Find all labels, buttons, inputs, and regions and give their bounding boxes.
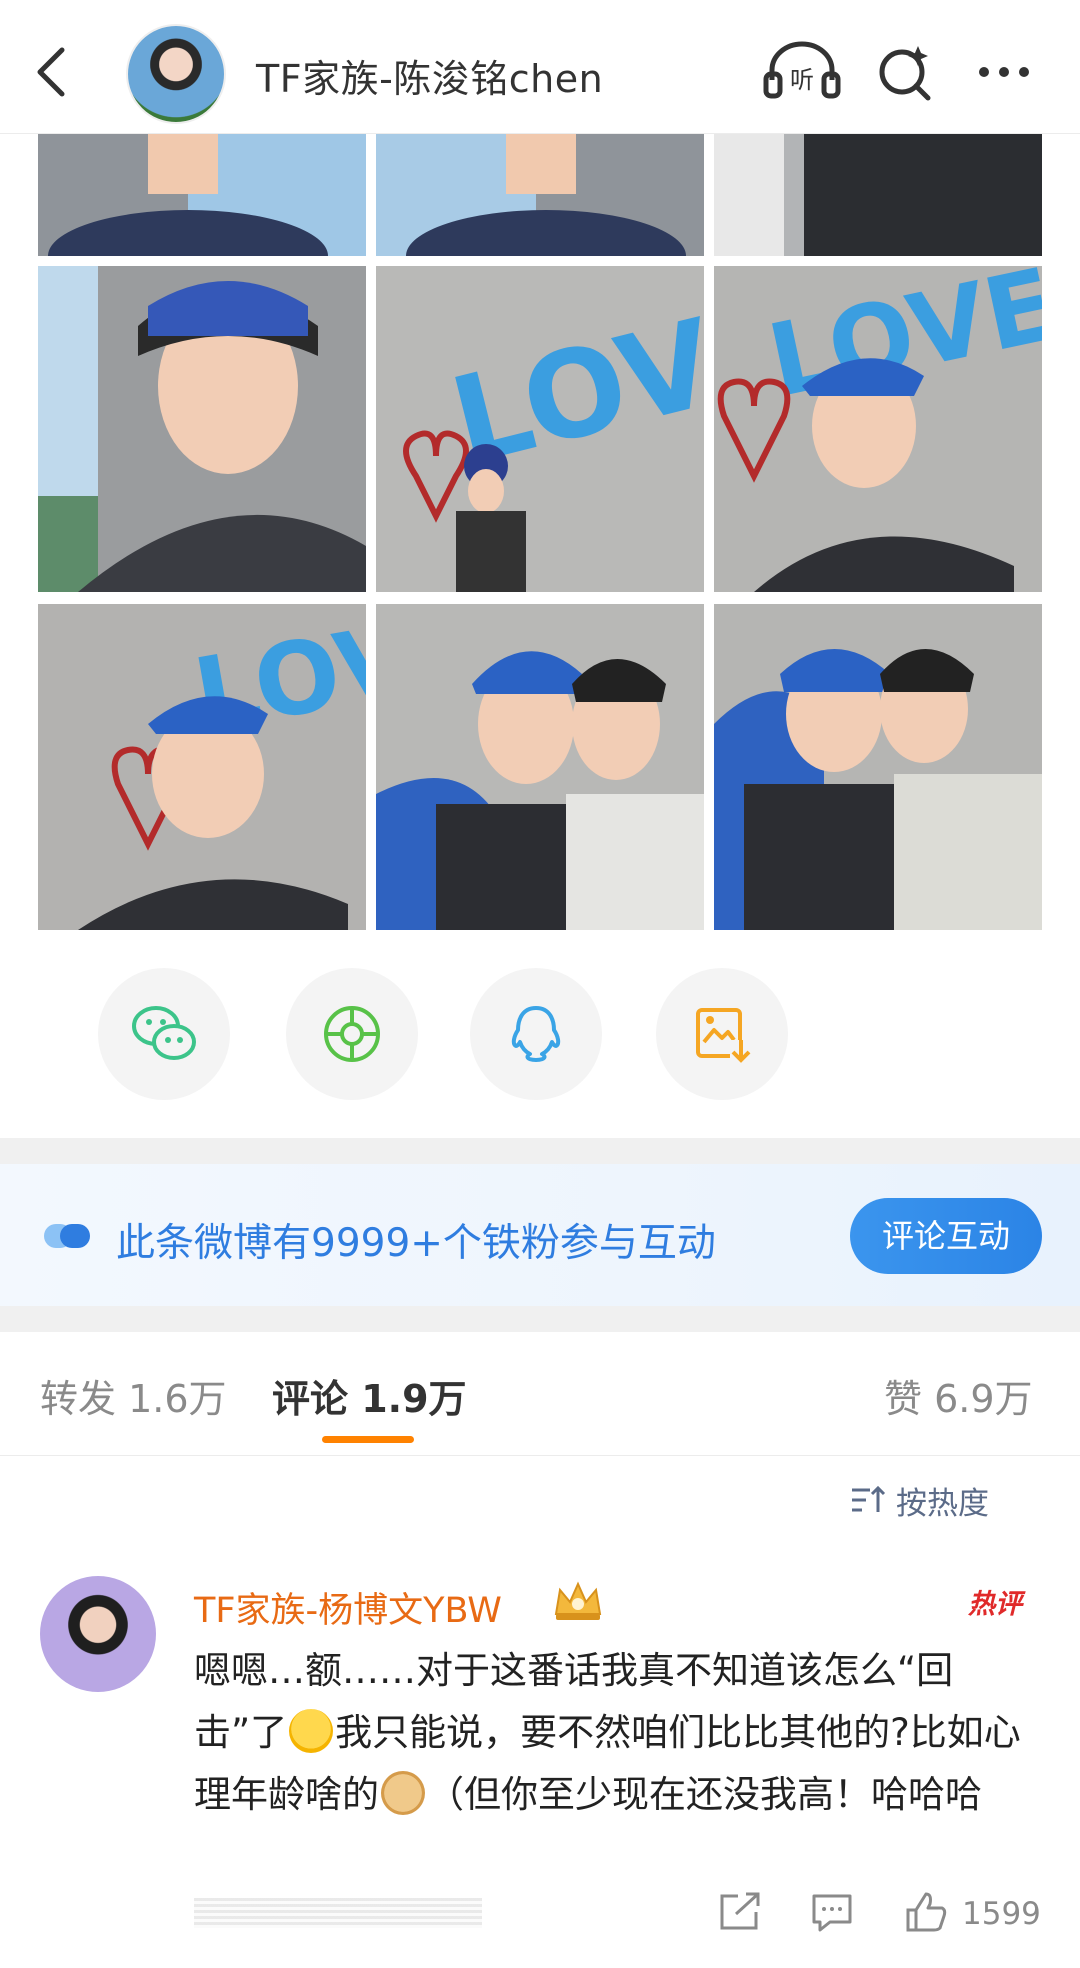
comment-avatar[interactable] (40, 1576, 156, 1692)
save-image-button[interactable] (656, 968, 788, 1100)
reply-icon[interactable] (808, 1890, 856, 1934)
post-tabs: 转发 1.6万 评论 1.9万 赞 6.9万 (0, 1332, 1080, 1456)
hot-comment-badge: 热评 (968, 1589, 1022, 1620)
photo[interactable]: LOVE (376, 266, 704, 592)
moments-icon (324, 1006, 380, 1062)
tab-like[interactable]: 赞 6.9万 (884, 1368, 1033, 1423)
photo[interactable] (38, 266, 366, 592)
page-title[interactable]: TF家族-陈浚铭chen (256, 48, 603, 103)
top-bar: TF家族-陈浚铭chen 听 (0, 0, 1080, 134)
active-tab-indicator (322, 1436, 414, 1443)
listen-icon[interactable]: 听 (762, 40, 842, 104)
comment-author[interactable]: TF家族-杨博文YBW (194, 1582, 502, 1633)
save-image-icon (696, 1008, 752, 1064)
divider (0, 1138, 1080, 1164)
like-count: 1599 (962, 1896, 1041, 1932)
crown-icon (554, 1581, 602, 1620)
wechat-icon (132, 1006, 196, 1060)
sort-label: 按热度 (896, 1486, 989, 1522)
tab-repost[interactable]: 转发 1.6万 (40, 1368, 227, 1423)
like-icon[interactable] (902, 1890, 950, 1934)
share-wechat-button[interactable] (98, 968, 230, 1100)
sort-button[interactable]: 按热度 (852, 1478, 989, 1522)
search-icon[interactable] (868, 40, 948, 104)
banner-text: 此条微博有9999+个铁粉参与互动 (116, 1221, 716, 1266)
divider (0, 1306, 1080, 1332)
share-moments-button[interactable] (286, 968, 418, 1100)
blurred-text (194, 1898, 482, 1928)
share-qq-button[interactable] (470, 968, 602, 1100)
photo[interactable]: LOV (38, 604, 366, 930)
sort-icon (852, 1485, 886, 1512)
share-icon[interactable] (716, 1890, 764, 1934)
interaction-banner: 此条微博有9999+个铁粉参与互动 评论互动 (0, 1164, 1080, 1306)
laughing-emoji-icon (289, 1709, 334, 1753)
doge-emoji-icon (381, 1771, 425, 1815)
comment-interact-button[interactable]: 评论互动 (850, 1198, 1042, 1274)
photo[interactable] (714, 604, 1042, 930)
svg-text:听: 听 (790, 66, 814, 94)
avatar[interactable] (126, 24, 226, 124)
photo[interactable] (376, 134, 704, 256)
back-icon[interactable] (28, 44, 76, 100)
qq-icon (511, 1006, 561, 1062)
banner-icon (44, 1224, 90, 1248)
tab-comment[interactable]: 评论 1.9万 (272, 1368, 467, 1423)
photo[interactable] (376, 604, 704, 930)
photo[interactable] (714, 134, 1042, 256)
photo[interactable] (38, 134, 366, 256)
comment-text-part: （但你至少现在还没我高！哈哈哈 (427, 1773, 982, 1816)
comment-text: 嗯嗯…额……对于这番话我真不知道该怎么“回击”了 我只能说，要不然咱们比比其他的?… (194, 1640, 1024, 1826)
more-icon[interactable] (968, 40, 1048, 104)
photo[interactable]: LOVE (714, 266, 1042, 592)
